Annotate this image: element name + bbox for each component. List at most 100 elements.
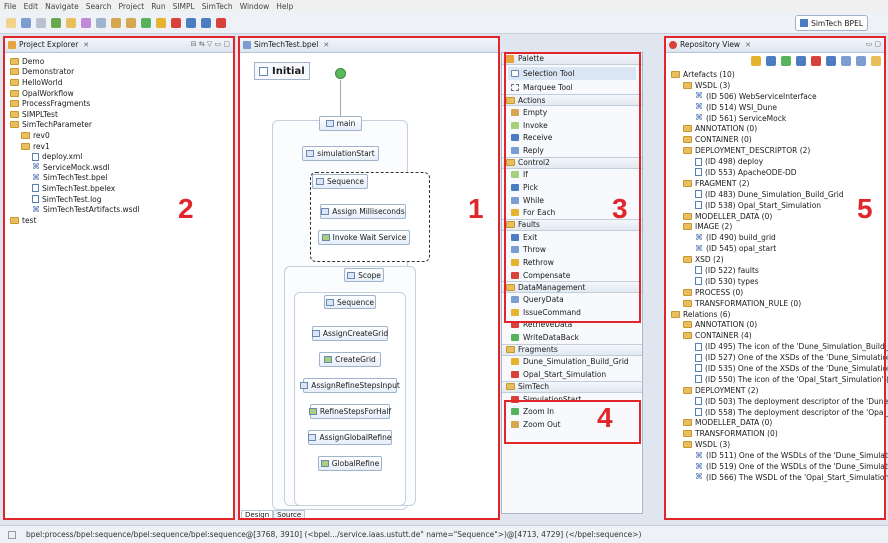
palette-section-fragments[interactable]: Fragments xyxy=(502,343,642,356)
repository-item[interactable]: DEPLOYMENT_DESCRIPTOR (2) xyxy=(669,145,885,156)
repository-item[interactable]: (ID 535) One of the XSDs of the 'Dune_Si… xyxy=(669,363,888,374)
repository-item[interactable]: (ID 527) One of the XSDs of the 'Dune_Si… xyxy=(669,352,888,363)
tree-item[interactable]: SimTechParameter xyxy=(8,120,234,131)
source-tab[interactable]: Source xyxy=(273,510,306,520)
upload-icon[interactable] xyxy=(796,56,806,66)
menu-item-window[interactable]: Window xyxy=(240,2,270,11)
settings-icon[interactable] xyxy=(751,56,761,66)
record-icon[interactable] xyxy=(216,17,226,28)
close-icon[interactable]: ✕ xyxy=(745,41,751,49)
inner-sequence-activity[interactable]: Sequence xyxy=(324,295,376,309)
tree-item[interactable]: ⌘ SimTechTestArtifacts.wsdl xyxy=(8,204,234,215)
play-icon[interactable] xyxy=(141,17,151,28)
repository-item[interactable]: (ID 503) The deployment descriptor of th… xyxy=(669,396,888,407)
menu-item-simtech[interactable]: SimTech xyxy=(202,2,233,11)
menu-item-navigate[interactable]: Navigate xyxy=(45,2,79,11)
debug-icon[interactable] xyxy=(51,17,61,28)
add-icon[interactable] xyxy=(781,56,791,66)
open-folder-icon[interactable] xyxy=(66,17,76,28)
expand-icon[interactable] xyxy=(856,56,866,66)
palette-item[interactable]: Zoom In xyxy=(502,405,642,418)
global-refine-activity[interactable]: GlobalRefine xyxy=(318,456,382,471)
scope-activity[interactable]: Scope xyxy=(344,268,384,282)
palette-item[interactable]: Dune_Simulation_Build_Grid xyxy=(502,356,642,369)
repository-item[interactable]: Relations (6) xyxy=(669,309,885,320)
assign-refine-steps-activity[interactable]: AssignRefineStepsInput xyxy=(300,378,400,393)
assign-global-refine-activity[interactable]: AssignGlobalRefine xyxy=(308,430,392,445)
repository-item[interactable]: DEPLOYMENT (2) xyxy=(669,385,885,396)
palette-item[interactable]: Invoke xyxy=(502,119,642,132)
repository-item[interactable]: ⌘ (ID 561) ServiceMock xyxy=(669,113,885,124)
repository-item[interactable]: ⌘ (ID 545) opal_start xyxy=(669,243,885,254)
tree-item[interactable]: HelloWorld xyxy=(8,77,234,88)
process-canvas[interactable]: Initial main simulationStart Sequence As… xyxy=(240,56,497,510)
tree-item[interactable]: ⌘ ServiceMock.wsdl xyxy=(8,162,234,173)
repository-item[interactable]: Artefacts (10) xyxy=(669,69,885,80)
main-activity[interactable]: main xyxy=(319,116,362,131)
inner-sequence-container[interactable] xyxy=(294,292,406,506)
palette-section-control2[interactable]: Control2 xyxy=(502,156,642,169)
tree-item[interactable]: rev1 xyxy=(8,141,234,152)
marquee-tool[interactable]: Marquee Tool xyxy=(502,82,642,95)
repository-item[interactable]: PROCESS (0) xyxy=(669,287,885,298)
create-grid-activity[interactable]: CreateGrid xyxy=(319,352,381,367)
assign-milliseconds-activity[interactable]: Assign Milliseconds xyxy=(320,204,406,219)
folder-icon[interactable] xyxy=(871,56,881,66)
repository-view-tab[interactable]: Repository View ✕ ▭ ▢ xyxy=(665,37,885,53)
repository-item[interactable]: MODELLER_DATA (0) xyxy=(669,211,885,222)
palette-item[interactable]: RetrieveData xyxy=(502,319,642,332)
refresh-icon[interactable] xyxy=(186,17,196,28)
editor-tab[interactable]: SimTechTest.bpel ✕ xyxy=(239,37,499,53)
menu-item-simpl[interactable]: SIMPL xyxy=(173,2,195,11)
repository-item[interactable]: (ID 498) deploy xyxy=(669,156,885,167)
repository-item[interactable]: IMAGE (2) xyxy=(669,221,885,232)
palette-item[interactable]: WriteDataBack xyxy=(502,331,642,344)
palette-item[interactable]: SimulationStart xyxy=(502,393,642,406)
palette-item[interactable]: IssueCommand xyxy=(502,306,642,319)
wand-icon[interactable] xyxy=(81,17,91,28)
tree-item[interactable]: SIMPLTest xyxy=(8,109,234,120)
repository-item[interactable]: ⌘ (ID 566) The WSDL of the 'Opal_Start_Si… xyxy=(669,472,888,483)
delete-icon[interactable] xyxy=(811,56,821,66)
nav-back-icon[interactable] xyxy=(111,17,121,28)
design-tab[interactable]: Design xyxy=(241,510,274,520)
tree-item[interactable]: SimTechTest.bpelex xyxy=(8,183,234,194)
repository-item[interactable]: ⌘ (ID 514) WSI_Dune xyxy=(669,102,885,113)
repository-item[interactable]: ⌘ (ID 511) One of the WSDLs of the 'Dune_… xyxy=(669,450,888,461)
tree-item[interactable]: Demonstrator xyxy=(8,67,234,78)
palette-item[interactable]: Receive xyxy=(502,131,642,144)
tree-item[interactable]: rev0 xyxy=(8,130,234,141)
palette-item[interactable]: Empty xyxy=(502,106,642,119)
repository-item[interactable]: CONTAINER (0) xyxy=(669,134,885,145)
tree-item[interactable]: ProcessFragments xyxy=(8,98,234,109)
initial-box[interactable]: Initial xyxy=(254,62,310,80)
view-controls-icon[interactable]: ⊟ ⇆ ▽ ▭ ▢ xyxy=(191,40,230,48)
repository-item[interactable]: (ID 522) faults xyxy=(669,265,885,276)
project-explorer-tab[interactable]: Project Explorer ✕ ⊟ ⇆ ▽ ▭ ▢ xyxy=(4,37,234,53)
perspective-switcher[interactable]: SimTech BPEL xyxy=(795,15,868,31)
tree-item[interactable]: OpalWorkflow xyxy=(8,88,234,99)
palette-item[interactable]: Reply xyxy=(502,144,642,157)
repository-item[interactable]: TRANSFORMATION (0) xyxy=(669,428,885,439)
check-icon[interactable] xyxy=(201,17,211,28)
refresh-icon[interactable] xyxy=(766,56,776,66)
assign-create-grid-activity[interactable]: AssignCreateGrid xyxy=(311,326,388,341)
search-icon[interactable] xyxy=(96,17,106,28)
palette-item[interactable]: Rethrow xyxy=(502,256,642,269)
menu-item-file[interactable]: File xyxy=(4,2,17,11)
menu-item-edit[interactable]: Edit xyxy=(24,2,39,11)
repository-item[interactable]: (ID 553) ApacheODE-DD xyxy=(669,167,885,178)
palette-item[interactable]: Opal_Start_Simulation xyxy=(502,368,642,381)
invoke-wait-service-activity[interactable]: Invoke Wait Service xyxy=(318,230,410,245)
repository-item[interactable]: (ID 538) Opal_Start_Simulation xyxy=(669,200,885,211)
repository-item[interactable]: CONTAINER (4) xyxy=(669,330,885,341)
repository-item[interactable]: ANNOTATION (0) xyxy=(669,123,885,134)
palette-item[interactable]: Compensate xyxy=(502,269,642,282)
repository-item[interactable]: TRANSFORMATION_RULE (0) xyxy=(669,298,885,309)
palette-section-datamanagement[interactable]: DataManagement xyxy=(502,281,642,294)
repository-item[interactable]: (ID 483) Dune_Simulation_Build_Grid xyxy=(669,189,885,200)
repository-item[interactable]: ⌘ (ID 519) One of the WSDLs of the 'Dune_… xyxy=(669,461,888,472)
palette-header[interactable]: Palette xyxy=(502,53,642,65)
print-icon[interactable] xyxy=(36,17,46,28)
menu-item-search[interactable]: Search xyxy=(86,2,112,11)
